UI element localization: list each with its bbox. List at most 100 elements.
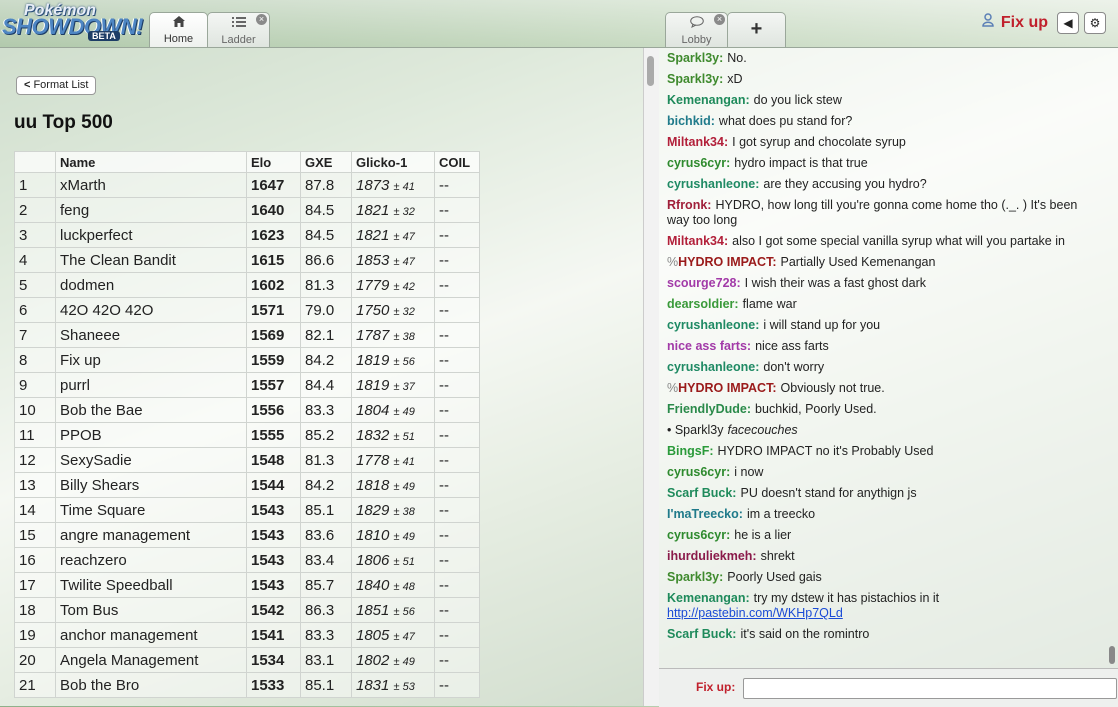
chat-username[interactable]: Scarf Buck: [667, 486, 736, 500]
chat-message-text: are they accusing you hydro? [763, 177, 927, 191]
chat-username[interactable]: Scarf Buck: [667, 627, 736, 641]
tab-lobby[interactable]: Lobby × [665, 12, 728, 47]
coil-cell: -- [434, 197, 480, 223]
ladder-row: 18 Tom Bus 1542 86.3 1851 ± 56 -- [14, 597, 480, 623]
player-name-cell[interactable]: xMarth [55, 172, 247, 198]
glicko-deviation: ± 32 [393, 205, 415, 218]
chat-username[interactable]: HYDRO IMPACT: [678, 381, 776, 395]
chat-scrollbar-thumb[interactable] [1109, 646, 1115, 664]
player-name-cell[interactable]: anchor management [55, 622, 247, 648]
showdown-logo[interactable]: Pokémon SHOWDOWN! BETA [2, 2, 146, 44]
player-name-cell[interactable]: dodmen [55, 272, 247, 298]
options-button[interactable]: ⚙ [1084, 12, 1106, 34]
gxe-cell: 82.1 [300, 322, 352, 348]
player-name-cell[interactable]: The Clean Bandit [55, 247, 247, 273]
glicko-value: 1821 [356, 201, 390, 219]
chat-username[interactable]: Miltank34: [667, 135, 728, 149]
player-name-cell[interactable]: Billy Shears [55, 472, 247, 498]
elo-cell: 1555 [246, 422, 301, 448]
chat-scrollbar[interactable] [1106, 48, 1118, 668]
chat-username[interactable]: I'maTreecko: [667, 507, 743, 521]
player-name-cell[interactable]: luckperfect [55, 222, 247, 248]
glicko-cell: 1779 ± 42 [351, 272, 435, 298]
chat-username[interactable]: cyrus6cyr: [667, 156, 730, 170]
player-name-cell[interactable]: Tom Bus [55, 597, 247, 623]
tab-ladder[interactable]: Ladder × [207, 12, 270, 47]
player-name-cell[interactable]: SexySadie [55, 447, 247, 473]
chat-username[interactable]: Miltank34: [667, 234, 728, 248]
sound-button[interactable]: ◀ [1057, 12, 1079, 34]
coil-cell: -- [434, 447, 480, 473]
chat-username[interactable]: Kemenangan: [667, 93, 750, 107]
player-name-cell[interactable]: Fix up [55, 347, 247, 373]
col-name: Name [55, 151, 247, 173]
player-name-cell[interactable]: Twilite Speedball [55, 572, 247, 598]
glicko-cell: 1804 ± 49 [351, 397, 435, 423]
chat-username[interactable]: Kemenangan: [667, 591, 750, 605]
player-name-cell[interactable]: Angela Management [55, 647, 247, 673]
chat-username[interactable]: Sparkl3y: [667, 72, 723, 86]
player-name-cell[interactable]: feng [55, 197, 247, 223]
player-name-cell[interactable]: Shaneee [55, 322, 247, 348]
ladder-scrollbar-thumb[interactable] [647, 56, 654, 86]
chat-username[interactable]: BingsF: [667, 444, 714, 458]
tab-home[interactable]: Home [149, 12, 208, 47]
elo-cell: 1556 [246, 397, 301, 423]
chat-username[interactable]: • Sparkl3y [667, 423, 723, 437]
chat-username[interactable]: Sparkl3y: [667, 51, 723, 65]
chat-username[interactable]: FriendlyDude: [667, 402, 751, 416]
ladder-row: 9 purrl 1557 84.4 1819 ± 37 -- [14, 372, 480, 398]
chat-message-text: HYDRO IMPACT no it's Probably Used [717, 444, 934, 458]
ladder-scrollbar[interactable] [643, 48, 659, 706]
player-name-cell[interactable]: 42O 42O 42O [55, 297, 247, 323]
chat-username[interactable]: Rfronk: [667, 198, 711, 212]
chat-link[interactable]: http://pastebin.com/WKHp7QLd [667, 606, 843, 620]
ladder-row: 6 42O 42O 42O 1571 79.0 1750 ± 32 -- [14, 297, 480, 323]
glicko-cell: 1821 ± 32 [351, 197, 435, 223]
player-name-cell[interactable]: reachzero [55, 547, 247, 573]
glicko-value: 1831 [356, 676, 390, 694]
chat-username[interactable]: cyrushanleone: [667, 177, 759, 191]
chat-username[interactable]: nice ass farts: [667, 339, 751, 353]
player-name-cell[interactable]: Bob the Bro [55, 672, 247, 698]
player-name-cell[interactable]: angre management [55, 522, 247, 548]
close-lobby-tab-icon[interactable]: × [714, 14, 725, 25]
chat-message: %HYDRO IMPACT: Partially Used Kemenangan [667, 252, 1098, 273]
chat-message-text: Obviously not true. [780, 381, 885, 395]
gxe-cell: 85.1 [300, 672, 352, 698]
chat-username[interactable]: Sparkl3y: [667, 570, 723, 584]
rank-cell: 16 [14, 547, 56, 573]
glicko-value: 1802 [356, 651, 390, 669]
player-name-cell[interactable]: PPOB [55, 422, 247, 448]
close-ladder-tab-icon[interactable]: × [256, 14, 267, 25]
chat-username[interactable]: scourge728: [667, 276, 741, 290]
ladder-row: 10 Bob the Bae 1556 83.3 1804 ± 49 -- [14, 397, 480, 423]
format-list-button[interactable]: < Format List [16, 76, 97, 95]
chat-message-text: flame war [742, 297, 797, 311]
chat-input[interactable] [743, 678, 1117, 699]
glicko-deviation: ± 49 [393, 480, 415, 493]
chat-username[interactable]: cyrus6cyr: [667, 528, 730, 542]
new-room-tab[interactable]: + [727, 12, 786, 47]
gxe-cell: 86.6 [300, 247, 352, 273]
chat-message: Sparkl3y: No. [667, 48, 1098, 69]
chat-username[interactable]: cyrushanleone: [667, 318, 759, 332]
chat-username[interactable]: cyrus6cyr: [667, 465, 730, 479]
coil-cell: -- [434, 272, 480, 298]
chat-username[interactable]: ihurduliekmeh: [667, 549, 757, 563]
glicko-value: 1873 [356, 176, 390, 194]
chat-username[interactable]: dearsoldier: [667, 297, 739, 311]
user-name-button[interactable]: Fix up [982, 13, 1048, 32]
gxe-cell: 87.8 [300, 172, 352, 198]
coil-cell: -- [434, 322, 480, 348]
chat-username[interactable]: cyrushanleone: [667, 360, 759, 374]
coil-cell: -- [434, 472, 480, 498]
chat-username[interactable]: HYDRO IMPACT: [678, 255, 776, 269]
player-name-cell[interactable]: Time Square [55, 497, 247, 523]
plus-icon: + [750, 18, 763, 40]
glicko-deviation: ± 41 [393, 455, 415, 468]
glicko-deviation: ± 37 [393, 380, 415, 393]
player-name-cell[interactable]: Bob the Bae [55, 397, 247, 423]
player-name-cell[interactable]: purrl [55, 372, 247, 398]
chat-username[interactable]: bichkid: [667, 114, 715, 128]
